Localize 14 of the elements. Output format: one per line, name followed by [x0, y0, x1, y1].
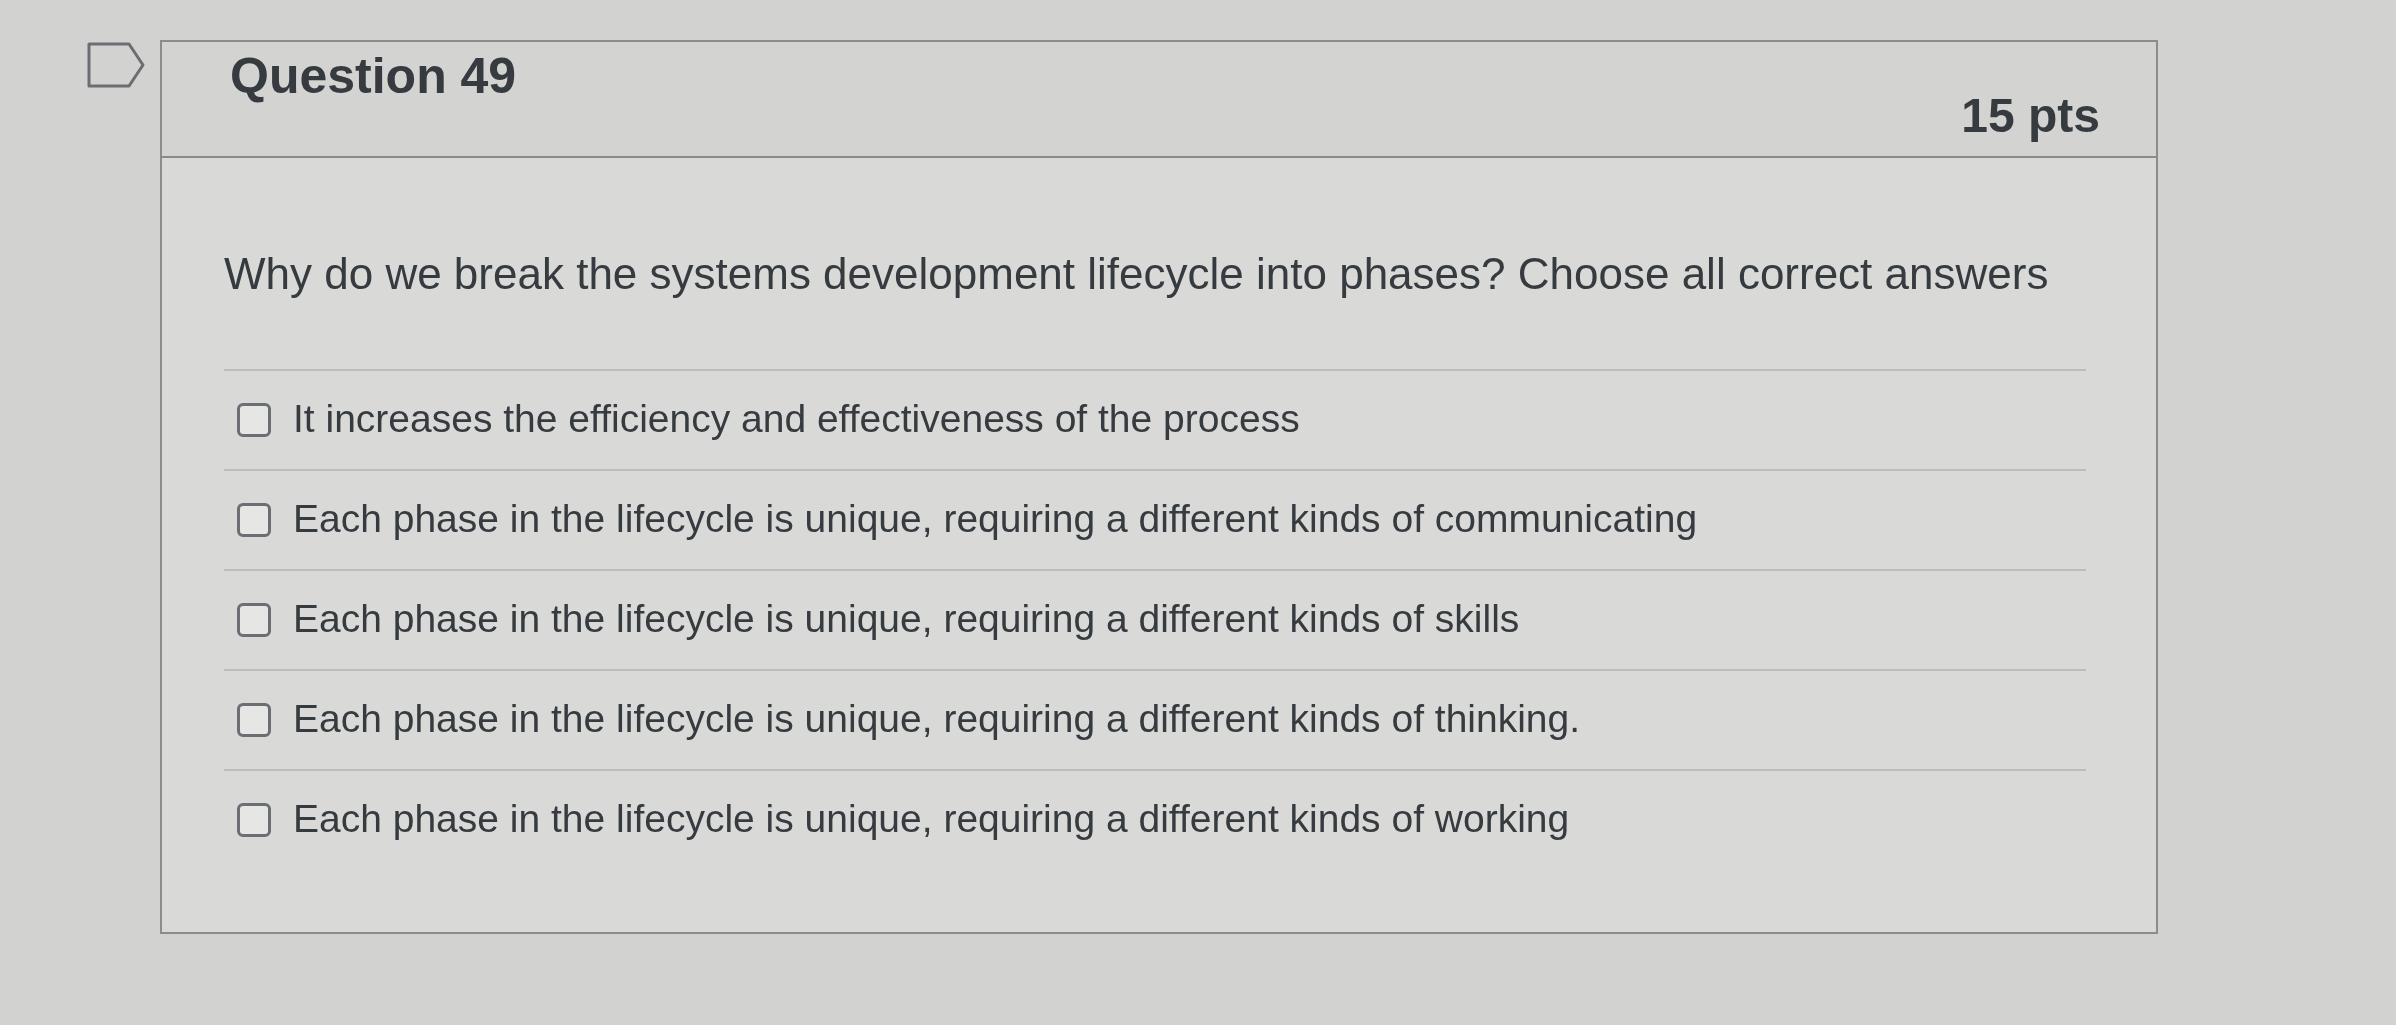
- checkbox[interactable]: [237, 402, 271, 437]
- question-title: Question 49: [230, 48, 517, 106]
- checkbox[interactable]: [237, 702, 271, 737]
- answer-label: It increases the efficiency and effectiveness of the process: [293, 396, 1300, 443]
- checkbox[interactable]: [237, 602, 271, 637]
- answer-label: Each phase in the lifecycle is unique, requiring a different kinds of skills: [293, 596, 1520, 643]
- answer-label: Each phase in the lifecycle is unique, requiring a different kinds of communicating: [293, 496, 1698, 543]
- question-prompt: Why do we break the systems development lifecycle into phases? Choose all correct answers: [224, 248, 2050, 300]
- answer-label: Each phase in the lifecycle is unique, requiring a different kinds of thinking.: [293, 696, 1581, 743]
- answer-label: Each phase in the lifecycle is unique, requiring a different kinds of working: [293, 796, 1570, 843]
- points-label: 15 pts: [1961, 88, 2100, 144]
- checkbox[interactable]: [237, 802, 271, 837]
- tag-icon[interactable]: [87, 42, 145, 88]
- checkbox[interactable]: [237, 502, 271, 537]
